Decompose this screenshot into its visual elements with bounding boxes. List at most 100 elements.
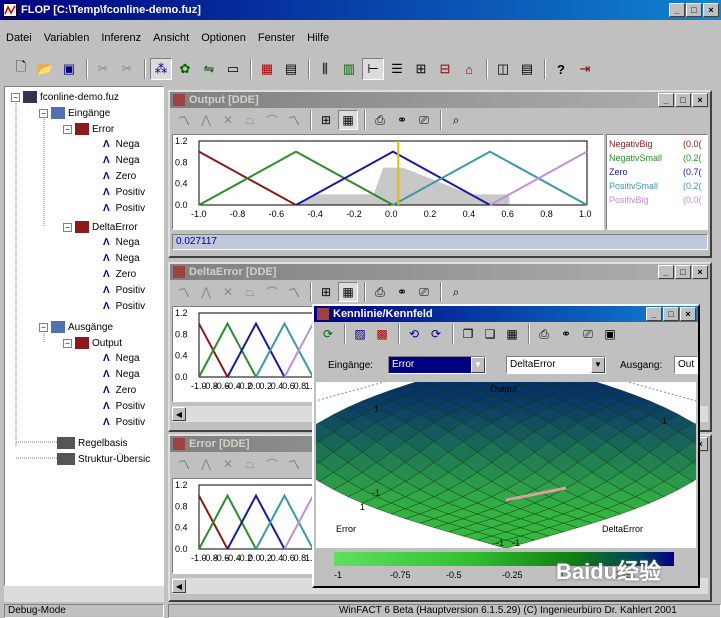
save-icon[interactable]: ▣ <box>58 58 80 80</box>
maximize-button[interactable]: □ <box>663 307 679 321</box>
zoom-curve-icon[interactable]: 〽 <box>284 282 304 302</box>
menu-variablen[interactable]: Variablen <box>44 32 90 44</box>
y-tick-label: 0.8 <box>175 157 188 167</box>
grid-icon[interactable]: ▥ <box>338 58 360 80</box>
menu-datei[interactable]: Datei <box>6 32 32 44</box>
surface-icon[interactable]: ▨ <box>350 324 370 344</box>
export-icon[interactable]: ⎚ <box>414 282 434 302</box>
print-icon[interactable]: ⎙ <box>534 324 554 344</box>
zoom-icon[interactable]: ⌕ <box>446 110 466 130</box>
network-icon[interactable]: ⁂ <box>150 58 172 80</box>
table-icon[interactable]: ▤ <box>280 58 302 80</box>
mesh-icon[interactable]: ▩ <box>372 324 392 344</box>
preview-icon[interactable]: ⚭ <box>392 110 412 130</box>
link-icon[interactable]: ⇋ <box>198 58 220 80</box>
minimize-button[interactable]: _ <box>646 307 662 321</box>
cut-icon[interactable]: ✂ <box>92 58 114 80</box>
menu-optionen[interactable]: Optionen <box>201 32 246 44</box>
legend-name: PositivSmall <box>609 181 659 191</box>
chevron-down-icon[interactable]: ▼ <box>591 357 605 373</box>
chart-icon[interactable]: ▦ <box>256 58 278 80</box>
minimize-button[interactable]: _ <box>658 93 674 107</box>
refresh-icon[interactable]: ⟳ <box>318 324 338 344</box>
legend-entry: Zero (0.7( <box>609 167 707 181</box>
align-icon[interactable]: ☰ <box>386 58 408 80</box>
close-button[interactable]: × <box>680 307 696 321</box>
paste-chart-icon[interactable]: ❏ <box>480 324 500 344</box>
menu-hilfe[interactable]: Hilfe <box>307 32 329 44</box>
new-file-icon[interactable]: 🗋 <box>10 58 32 80</box>
maximize-button[interactable]: □ <box>675 93 691 107</box>
table-view-icon[interactable]: ▦ <box>338 110 358 130</box>
minimize-button[interactable]: _ <box>658 265 674 279</box>
table-view-icon[interactable]: ▦ <box>502 324 522 344</box>
close-button[interactable]: × <box>692 265 708 279</box>
preview-icon[interactable]: ⚭ <box>392 282 412 302</box>
axis-tick-1: 1 <box>662 416 668 426</box>
chevron-down-icon[interactable]: ▼ <box>471 357 485 373</box>
output-window-toolbar: 〽 ⋀ ✕ ⏢ ⌒ 〽 ⊞ ▦ ⎙ ⚭ ⎚ ⌕ <box>170 108 710 132</box>
export-icon[interactable]: ⎚ <box>578 324 598 344</box>
output-value: 0.027117 <box>176 236 217 247</box>
scroll-left-button[interactable]: ◀ <box>172 579 186 593</box>
zoom-icon[interactable]: ⌕ <box>446 282 466 302</box>
cross-icon[interactable]: ✕ <box>218 110 238 130</box>
output-select[interactable]: Out <box>674 356 698 374</box>
menu-fenster[interactable]: Fenster <box>258 32 295 44</box>
input2-select[interactable]: DeltaError ▼ <box>506 356 606 374</box>
table-view-icon[interactable]: ▦ <box>338 282 358 302</box>
axis-error-label: Error <box>336 524 356 534</box>
matrix-icon[interactable]: ⊞ <box>410 58 432 80</box>
close-button[interactable]: × <box>692 93 708 107</box>
menu-ansicht[interactable]: Ansicht <box>153 32 189 44</box>
print-icon[interactable]: ⎙ <box>370 110 390 130</box>
monitor-icon[interactable]: ▭ <box>222 58 244 80</box>
minimize-button[interactable]: _ <box>669 3 685 17</box>
bell-icon[interactable]: ⌒ <box>262 110 282 130</box>
grid-view-icon[interactable]: ⊞ <box>316 110 336 130</box>
question-icon[interactable]: ? <box>550 58 572 80</box>
triangle-icon[interactable]: ⋀ <box>196 110 216 130</box>
grid-view-icon[interactable]: ⊞ <box>316 282 336 302</box>
triangle-icon[interactable]: ⋀ <box>196 282 216 302</box>
print-icon[interactable]: ⎙ <box>370 282 390 302</box>
maximize-button[interactable]: □ <box>686 3 702 17</box>
zoom-curve-icon[interactable]: 〽 <box>284 454 304 474</box>
columns-icon[interactable]: ⊟ <box>434 58 456 80</box>
curve-icon[interactable]: 〽 <box>174 282 194 302</box>
close-button[interactable]: × <box>703 3 719 17</box>
maximize-button[interactable]: □ <box>675 265 691 279</box>
scroll-left-button[interactable]: ◀ <box>172 407 186 421</box>
exit-icon[interactable]: ⇥ <box>574 58 596 80</box>
curve-icon[interactable]: 〽 <box>174 454 194 474</box>
cross-icon[interactable]: ✕ <box>218 282 238 302</box>
open-folder-icon[interactable]: 📂 <box>34 58 56 80</box>
rotate-left-icon[interactable]: ⟲ <box>404 324 424 344</box>
input1-select[interactable]: Error ▼ <box>388 356 486 374</box>
window-icon[interactable]: ◫ <box>492 58 514 80</box>
zoom-curve-icon[interactable]: 〽 <box>284 110 304 130</box>
bell-icon[interactable]: ⌒ <box>262 282 282 302</box>
bars-icon[interactable]: ⫼ <box>314 58 336 80</box>
curve-icon[interactable]: 〽 <box>174 110 194 130</box>
axis-output-label: Output <box>490 384 518 394</box>
menu-inferenz[interactable]: Inferenz <box>101 32 141 44</box>
trapezoid-icon[interactable]: ⏢ <box>240 282 260 302</box>
rotate-right-icon[interactable]: ⟳ <box>426 324 446 344</box>
export-icon[interactable]: ⎚ <box>414 110 434 130</box>
tree-hscrollbar[interactable] <box>4 586 164 602</box>
copy-chart-icon[interactable]: ❐ <box>458 324 478 344</box>
bell-icon[interactable]: ⌒ <box>262 454 282 474</box>
copy-icon[interactable]: ✂ <box>116 58 138 80</box>
preview-icon[interactable]: ⚭ <box>556 324 576 344</box>
cross-icon[interactable]: ✕ <box>218 454 238 474</box>
trapezoid-icon[interactable]: ⏢ <box>240 454 260 474</box>
tree-icon[interactable]: ⊢ <box>362 58 384 80</box>
triangle-icon[interactable]: ⋀ <box>196 454 216 474</box>
save-icon[interactable]: ▣ <box>600 324 620 344</box>
table2-icon[interactable]: ▤ <box>516 58 538 80</box>
puzzle-icon[interactable]: ✿ <box>174 58 196 80</box>
trapezoid-icon[interactable]: ⏢ <box>240 110 260 130</box>
legend-name: NegativSmall <box>609 153 663 163</box>
house-icon[interactable]: ⌂ <box>458 58 480 80</box>
